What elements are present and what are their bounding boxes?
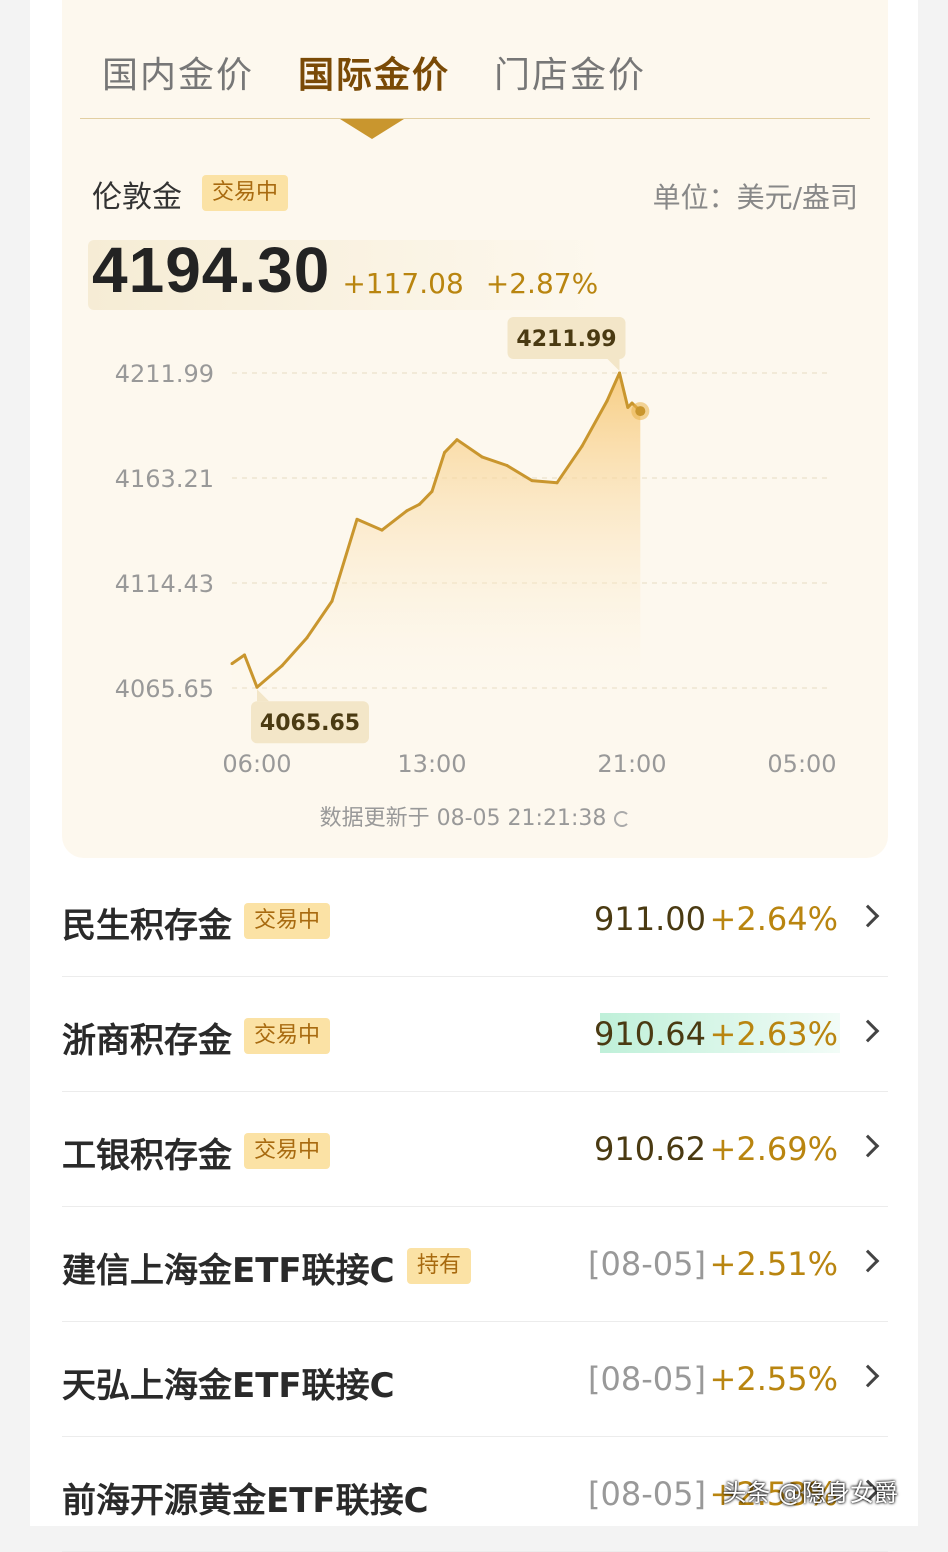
price-point — [455, 438, 459, 442]
price-change: +117.08 — [342, 267, 464, 300]
current-price: 4194.30 — [92, 234, 331, 306]
product-name: 浙商积存金 — [62, 1021, 232, 1061]
page: 国内金价 国际金价 门店金价 伦敦金 交易中 单位：美元/盎司 4194.30 … — [30, 0, 918, 1552]
product-name: 建信上海金ETF联接C — [62, 1251, 395, 1291]
price-point — [355, 517, 359, 521]
product-nav-date: [08-05] — [588, 1245, 706, 1283]
gold-product-row[interactable]: 工银积存金 交易中 910.62 +2.69% — [62, 1092, 888, 1207]
refresh-icon[interactable] — [614, 811, 631, 827]
product-status-badge: 持有 — [407, 1248, 472, 1284]
chevron-right-icon[interactable] — [856, 1249, 880, 1273]
price-point — [430, 489, 434, 493]
watermark: 头条 @隐身女爵 — [722, 1479, 898, 1507]
product-change-percent: +2.63% — [709, 1015, 838, 1053]
product-change-percent: +2.55% — [709, 1360, 838, 1398]
price-point — [230, 662, 234, 666]
price-point — [530, 479, 534, 483]
gold-product-row[interactable]: 浙商积存金 交易中 910.64 +2.63% — [62, 977, 888, 1092]
active-tab-indicator-icon — [340, 119, 404, 139]
price-point — [243, 653, 246, 657]
y-tick-label: 4163.21 — [115, 465, 214, 493]
gold-product-list: 民生积存金 交易中 911.00 +2.64% 浙商积存金 交易中 910.64 +2.63%… — [62, 862, 888, 1552]
product-status-badge: 交易中 — [244, 903, 331, 939]
data-update-time: 数据更新于 08-05 21:21:38 — [62, 800, 888, 832]
price-point — [626, 405, 630, 409]
product-status-badge: 交易中 — [244, 1018, 331, 1054]
tab-bar: 国内金价 国际金价 门店金价 — [102, 46, 862, 106]
gold-product-row[interactable]: 民生积存金 交易中 911.00 +2.64% — [62, 862, 888, 977]
product-name: 民生积存金 — [62, 906, 232, 946]
chevron-right-icon[interactable] — [856, 904, 880, 928]
price-point — [605, 399, 609, 403]
price-point — [305, 636, 309, 640]
y-tick-label: 4065.65 — [115, 675, 214, 703]
price-point — [255, 685, 259, 689]
price-point — [480, 455, 484, 459]
chevron-right-icon[interactable] — [856, 1019, 880, 1043]
tab-international-gold[interactable]: 国际金价 — [298, 46, 450, 98]
gold-price-card: 国内金价 国际金价 门店金价 伦敦金 交易中 单位：美元/盎司 4194.30 … — [62, 0, 888, 858]
y-tick-label: 4114.43 — [115, 570, 214, 598]
price-change-percent: +2.87% — [485, 267, 599, 300]
product-price: 911.00 — [594, 900, 706, 938]
product-name: 工银积存金 — [62, 1136, 232, 1176]
x-tick-label: 06:00 — [222, 750, 291, 778]
price-point — [555, 481, 559, 485]
product-change-percent: +2.51% — [709, 1245, 838, 1283]
trading-status-badge: 交易中 — [202, 175, 289, 211]
product-status-badge: 交易中 — [244, 1133, 331, 1169]
price-point — [330, 599, 334, 603]
asset-name: 伦敦金 — [92, 180, 182, 215]
y-tick-label: 4211.99 — [115, 360, 214, 388]
product-nav-date: [08-05] — [588, 1475, 706, 1513]
tab-divider — [80, 118, 870, 119]
min-price-callout-text: 4065.65 — [260, 711, 360, 736]
gold-product-row[interactable]: 建信上海金ETF联接C 持有 [08-05] +2.51% — [62, 1207, 888, 1322]
price-point — [280, 664, 284, 668]
unit-label: 单位：美元/盎司 — [652, 181, 858, 214]
intraday-price-chart[interactable]: 4211.99 4163.21 4114.43 4065.65 06:00 13:00 21… — [62, 300, 888, 820]
update-time-text: 数据更新于 08-05 21:21:38 — [319, 806, 607, 831]
price-point — [443, 451, 446, 455]
chevron-right-icon[interactable] — [856, 1364, 880, 1388]
product-change-percent: +2.64% — [709, 900, 838, 938]
product-price: 910.62 — [594, 1130, 706, 1168]
max-price-callout-text: 4211.99 — [516, 327, 616, 352]
product-nav-date: [08-05] — [588, 1360, 706, 1398]
max-price-callout: 4211.99 — [507, 317, 626, 371]
chevron-right-icon[interactable] — [856, 1134, 880, 1158]
current-price-dot — [635, 406, 646, 417]
x-tick-label: 21:00 — [597, 750, 666, 778]
product-change-percent: +2.69% — [709, 1130, 838, 1168]
product-price: 910.64 — [594, 1015, 706, 1053]
gold-product-row[interactable]: 天弘上海金ETF联接C [08-05] +2.55% — [62, 1322, 888, 1437]
x-tick-label: 05:00 — [767, 750, 836, 778]
price-point — [405, 509, 409, 513]
price-point — [630, 401, 634, 405]
tab-domestic-gold[interactable]: 国内金价 — [102, 46, 254, 98]
price-point — [505, 464, 509, 468]
price-point — [618, 371, 621, 375]
tab-store-gold[interactable]: 门店金价 — [494, 46, 646, 98]
price-point — [580, 444, 584, 448]
price-area — [232, 373, 641, 708]
price-point — [418, 502, 421, 506]
product-name: 天弘上海金ETF联接C — [62, 1366, 395, 1406]
product-name: 前海开源黄金ETF联接C — [62, 1481, 429, 1521]
price-point — [380, 528, 384, 532]
x-tick-label: 13:00 — [397, 750, 466, 778]
